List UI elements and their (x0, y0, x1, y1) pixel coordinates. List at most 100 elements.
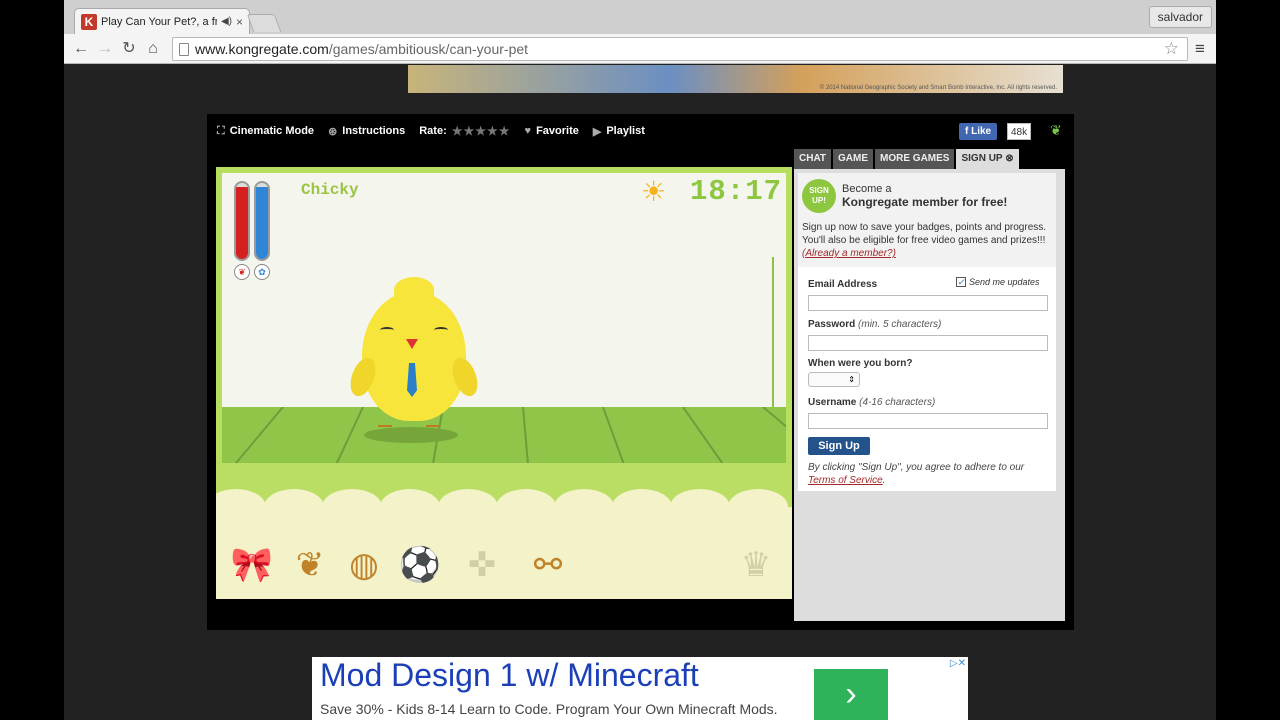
food-bag-icon[interactable]: ❦ (284, 539, 336, 591)
chevron-right-icon[interactable]: › (814, 669, 888, 720)
trophy-icon[interactable]: ♛ (730, 539, 782, 591)
chick-foot-right (426, 419, 440, 427)
tab-more-games[interactable]: MORE GAMES (875, 149, 955, 169)
tab-chat[interactable]: CHAT (794, 149, 832, 169)
game-clock: 18:17 (689, 175, 782, 208)
chick-eye-left (380, 327, 394, 333)
floor-line (762, 407, 786, 460)
back-icon[interactable]: ← (70, 38, 92, 60)
home-icon[interactable]: ⌂ (142, 38, 164, 60)
tab-game[interactable]: GAME (833, 149, 874, 169)
rating: Rate: ★★★★★ (419, 124, 510, 138)
become-line2: Kongregate member for free! (842, 195, 1008, 209)
bicycle-icon[interactable]: ⚯ (522, 539, 574, 591)
password-field[interactable] (808, 335, 1048, 351)
tab-sign-up-label: SIGN UP (961, 153, 1003, 164)
terms-of-service-link[interactable]: Terms of Service (808, 475, 883, 486)
cinematic-mode-button[interactable]: ⛶ Cinematic Mode (217, 125, 314, 138)
sun-icon: ☀ (641, 176, 667, 207)
email-label: Email Address (808, 279, 878, 290)
ad-title[interactable]: Mod Design 1 w/ Minecraft (320, 657, 699, 694)
url-host: www.kongregate.com (195, 41, 329, 57)
send-updates-label: Send me updates (969, 277, 1040, 287)
send-updates[interactable]: ✓ Send me updates (956, 277, 1040, 287)
toys-icon[interactable]: ⚽ (394, 539, 446, 591)
signup-panel: SIGN UP! Become a Kongregate member for f… (798, 173, 1056, 491)
page-icon (179, 42, 189, 56)
birthdate-select[interactable]: ⇕ (808, 372, 860, 387)
toy-meter-icon: ✿ (254, 264, 270, 280)
close-icon[interactable]: ⊗ (1005, 153, 1013, 164)
ad-copyright: © 2014 National Geographic Society and S… (819, 85, 1057, 91)
chick-pet[interactable] (345, 277, 483, 447)
signup-form: Email Address ✓ Send me updates Password … (798, 267, 1056, 491)
favorite-label: Favorite (536, 125, 579, 137)
game-canvas[interactable]: ❦ ✿ Chicky ☀ 18:17 🎀 ❦ ◍ ⚽ ✜ ⚯ ♛ (216, 167, 792, 599)
tab-sign-up[interactable]: SIGN UP ⊗ (956, 149, 1019, 169)
top-banner-ad[interactable]: © 2014 National Geographic Society and S… (408, 65, 1063, 93)
become-member: Become a Kongregate member for free! (842, 183, 1007, 209)
close-icon[interactable]: × (236, 15, 243, 29)
signup-blurb-text: Sign up now to save your badges, points … (802, 222, 1047, 246)
window-edge (772, 257, 774, 407)
username-label: Username (4-16 characters) (808, 397, 935, 408)
playlist-button[interactable]: ▶ Playlist (593, 125, 645, 138)
reload-icon[interactable]: ↻ (118, 38, 140, 60)
username-hint: (4-16 characters) (859, 397, 936, 408)
like-count: 48k (1007, 123, 1032, 140)
rating-stars[interactable]: ★★★★★ (452, 124, 511, 138)
play-meter-fill (256, 186, 268, 259)
floor-line (522, 407, 531, 463)
kongregate-icon[interactable]: ❦ (1050, 122, 1062, 139)
password-label: Password (min. 5 characters) (808, 319, 941, 330)
bow-icon[interactable]: 🎀 (226, 539, 278, 591)
send-updates-checkbox[interactable]: ✓ (956, 277, 966, 287)
email-field[interactable] (808, 295, 1048, 311)
heart-icon: ♥ (524, 125, 532, 137)
tab-active[interactable]: K Play Can Your Pet?, a fr ◀) × (74, 8, 250, 34)
profile-button[interactable]: salvador (1148, 6, 1212, 28)
scallop (216, 489, 266, 525)
room (222, 173, 786, 407)
side-tabs: CHAT GAME MORE GAMES SIGN UP ⊗ (794, 149, 1019, 169)
favorite-button[interactable]: ♥ Favorite (525, 125, 579, 137)
sign-up-button[interactable]: Sign Up (808, 437, 870, 455)
menu-icon[interactable]: ≡ (1190, 38, 1210, 60)
pet-name: Chicky (301, 181, 359, 199)
instructions-button[interactable]: ⊛ Instructions (328, 125, 405, 138)
already-member-link[interactable]: (Already a member?) (802, 248, 896, 259)
browser-window: K Play Can Your Pet?, a fr ◀) × salvador… (64, 0, 1216, 720)
tab-title: Play Can Your Pet?, a fr (101, 15, 217, 28)
facebook-like-button[interactable]: f Like (959, 123, 998, 140)
scallop (554, 489, 614, 525)
address-bar[interactable]: www.kongregate.com/games/ambitiousk/can-… (172, 37, 1188, 61)
username-label-text: Username (808, 397, 857, 408)
page: © 2014 National Geographic Society and S… (64, 65, 1216, 720)
game-shell: ⛶ Cinematic Mode ⊛ Instructions Rate: ★★★★★… (207, 114, 1074, 630)
cinematic-icon: ⛶ (217, 124, 225, 137)
url-path: /games/ambitiousk/can-your-pet (328, 41, 529, 57)
screen: K Play Can Your Pet?, a fr ◀) × salvador… (0, 0, 1280, 720)
browser-toolbar: ← → ↻ ⌂ www.kongregate.com/games/ambitio… (64, 34, 1216, 64)
bookmark-star-icon[interactable]: ☆ (1164, 39, 1179, 59)
rate-label: Rate: (419, 125, 447, 137)
gamepad-icon[interactable]: ✜ (456, 539, 508, 591)
food-meter-fill (236, 186, 248, 259)
chick-body (362, 291, 466, 421)
chick-shadow (364, 427, 458, 443)
food-meter (234, 181, 250, 261)
play-icon: ▶ (592, 125, 602, 138)
instructions-label: Instructions (342, 125, 406, 137)
username-field[interactable] (808, 413, 1048, 429)
tab-strip: K Play Can Your Pet?, a fr ◀) × salvador (64, 0, 1216, 34)
new-tab-button[interactable] (246, 14, 282, 32)
soap-icon[interactable]: ◍ (338, 539, 390, 591)
scallop (438, 489, 498, 525)
bottom-ad[interactable]: Mod Design 1 w/ Minecraft Save 30% - Kid… (312, 657, 968, 720)
forward-icon[interactable]: → (94, 38, 116, 60)
floor-line (602, 407, 632, 463)
scallop (380, 489, 440, 525)
scallop (612, 489, 672, 525)
scallop (670, 489, 730, 525)
ad-choices-icon[interactable]: ▷✕ (950, 658, 966, 669)
